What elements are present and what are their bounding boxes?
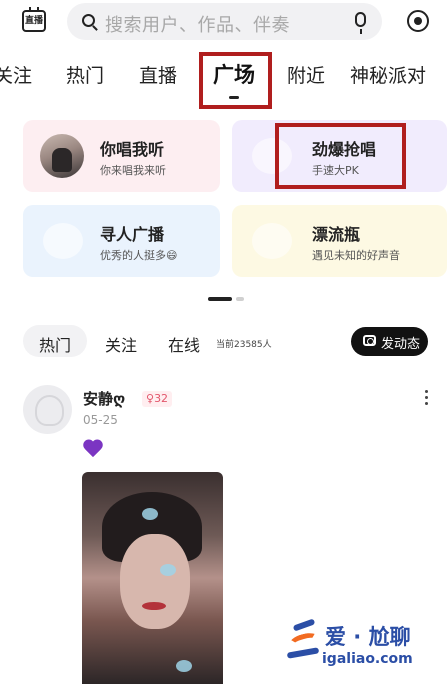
card-title: 漂流瓶 xyxy=(312,225,361,244)
purple-heart-icon xyxy=(82,440,104,460)
post-username[interactable]: 安静ღ xyxy=(83,388,125,409)
tab-party[interactable]: 神秘派对 xyxy=(350,61,426,88)
level-value: 32 xyxy=(154,392,169,405)
camera-icon xyxy=(363,335,376,346)
carousel-dot-active xyxy=(208,297,232,301)
post-button-label: 发动态 xyxy=(381,337,421,352)
card-decoration-icon xyxy=(252,223,292,259)
card-subtitle: 你来唱我来听 xyxy=(100,164,166,177)
feed-tab-follow[interactable]: 关注 xyxy=(105,332,137,356)
top-bar: 直播 搜索用户、作品、伴奏 xyxy=(0,0,447,46)
feed-tab-online[interactable]: 在线 xyxy=(168,332,200,356)
card-subtitle: 优秀的人挺多😄 xyxy=(100,249,178,262)
feed-tab-hot[interactable]: 热门 xyxy=(23,325,87,357)
post-date: 05-25 xyxy=(83,413,118,427)
watermark-url: igaliao.com xyxy=(322,651,413,667)
photo-face xyxy=(120,534,190,629)
tab-hot[interactable]: 热门 xyxy=(66,61,104,88)
search-icon xyxy=(82,14,95,27)
card-title: 寻人广播 xyxy=(100,225,165,244)
card-you-sing-i-listen[interactable]: 你唱我听 你来唱我来听 xyxy=(23,120,220,192)
level-badge: ♀32 xyxy=(142,391,173,407)
highlight-box-card xyxy=(275,123,406,189)
post-image[interactable] xyxy=(82,472,223,684)
butterfly-icon xyxy=(160,564,176,576)
more-options-icon[interactable] xyxy=(425,390,429,408)
butterfly-icon xyxy=(142,508,158,520)
butterfly-icon xyxy=(176,660,192,672)
radar-icon[interactable] xyxy=(407,10,429,32)
highlight-box-tab xyxy=(199,52,272,109)
tab-nearby[interactable]: 附近 xyxy=(287,61,325,88)
photo-lips xyxy=(142,602,166,610)
carousel-indicator xyxy=(208,297,244,301)
card-drift-bottle[interactable]: 漂流瓶 遇见未知的好声音 xyxy=(232,205,447,277)
card-subtitle: 遇见未知的好声音 xyxy=(312,249,400,262)
card-avatar xyxy=(40,134,84,178)
tab-live[interactable]: 直播 xyxy=(139,61,177,88)
online-count: 当前23585人 xyxy=(216,340,272,350)
post-button[interactable]: 发动态 xyxy=(351,327,428,356)
avatar[interactable] xyxy=(23,385,72,434)
carousel-dot xyxy=(236,297,244,301)
search-placeholder: 搜索用户、作品、伴奏 xyxy=(105,15,290,36)
search-input[interactable]: 搜索用户、作品、伴奏 xyxy=(67,3,382,40)
card-decoration-icon xyxy=(43,223,83,259)
card-broadcast[interactable]: 寻人广播 优秀的人挺多😄 xyxy=(23,205,220,277)
watermark-logo-icon xyxy=(286,618,321,666)
calendar-live-icon[interactable]: 直播 xyxy=(22,7,46,32)
watermark-title: 爱 · 尬聊 xyxy=(325,625,411,649)
card-title: 你唱我听 xyxy=(100,140,165,159)
tab-follow[interactable]: 关注 xyxy=(0,61,32,88)
microphone-icon[interactable] xyxy=(355,12,366,34)
live-icon-label: 直播 xyxy=(24,16,43,26)
